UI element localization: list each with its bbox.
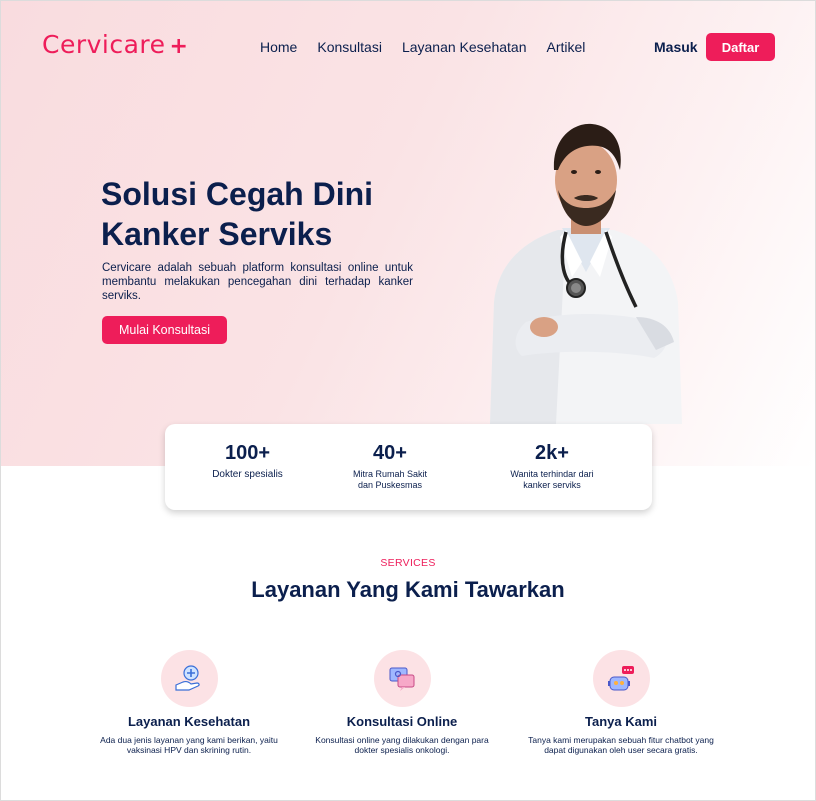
service-description: Ada dua jenis layanan yang kami berikan,… xyxy=(100,735,278,755)
stat-value: 40+ xyxy=(373,442,407,464)
stat-value: 100+ xyxy=(224,442,271,464)
service-description: Tanya kami merupakan sebuah fitur chatbo… xyxy=(528,735,714,755)
stat-women: 2k+ Wanita terhindar dari kanker serviks xyxy=(505,442,599,491)
doctor-photo xyxy=(490,123,682,424)
nav-home[interactable]: Home xyxy=(260,39,297,55)
service-name: Layanan Kesehatan xyxy=(127,714,251,729)
brand-plus: + xyxy=(169,34,189,59)
login-link[interactable]: Masuk xyxy=(654,39,698,55)
main-nav: Home Konsultasi Layanan Kesehatan Artike… xyxy=(260,39,605,55)
stats-card: 100+ Dokter spesialis 40+ Mitra Rumah Sa… xyxy=(165,424,652,510)
services-kicker: SERVICES xyxy=(380,557,436,569)
service-card-konsultasi-online[interactable]: Konsultasi Online Konsultasi online yang… xyxy=(292,650,512,755)
service-icon-circle xyxy=(160,650,218,707)
nav-layanan-kesehatan[interactable]: Layanan Kesehatan xyxy=(402,39,527,55)
service-icon-circle xyxy=(373,650,431,707)
health-care-hand-icon xyxy=(175,664,200,691)
hero-title: Solusi Cegah Dini Kanker Serviks xyxy=(101,176,374,252)
stat-label: Mitra Rumah Sakit dan Puskesmas xyxy=(352,469,428,490)
brand-name: Cervicare xyxy=(42,30,166,59)
stat-label: Dokter spesialis xyxy=(212,469,283,480)
start-consultation-button[interactable]: Mulai Konsultasi xyxy=(102,316,227,344)
service-card-layanan-kesehatan[interactable]: Layanan Kesehatan Ada dua jenis layanan … xyxy=(79,650,299,755)
brand-logo[interactable]: Cervicare + xyxy=(42,30,188,59)
stat-partners: 40+ Mitra Rumah Sakit dan Puskesmas xyxy=(345,442,435,491)
nav-konsultasi[interactable]: Konsultasi xyxy=(317,39,382,55)
service-description: Konsultasi online yang dilakukan dengan … xyxy=(315,735,489,755)
service-name: Tanya Kami xyxy=(584,714,657,729)
register-button[interactable]: Daftar xyxy=(706,33,775,61)
service-name: Konsultasi Online xyxy=(346,714,458,729)
service-icon-circle xyxy=(592,650,650,707)
service-card-tanya-kami[interactable]: Tanya Kami Tanya kami merupakan sebuah f… xyxy=(511,650,731,755)
chat-bubbles-icon xyxy=(389,667,415,691)
nav-artikel[interactable]: Artikel xyxy=(547,39,586,55)
chatbot-robot-icon xyxy=(608,665,634,690)
hero-description: Cervicare adalah sebuah platform konsult… xyxy=(102,262,413,302)
stat-value: 2k+ xyxy=(535,442,569,464)
services-title: Layanan Yang Kami Tawarkan xyxy=(251,577,565,602)
stat-label: Wanita terhindar dari kanker serviks xyxy=(510,469,594,490)
stat-doctors: 100+ Dokter spesialis xyxy=(165,442,330,480)
